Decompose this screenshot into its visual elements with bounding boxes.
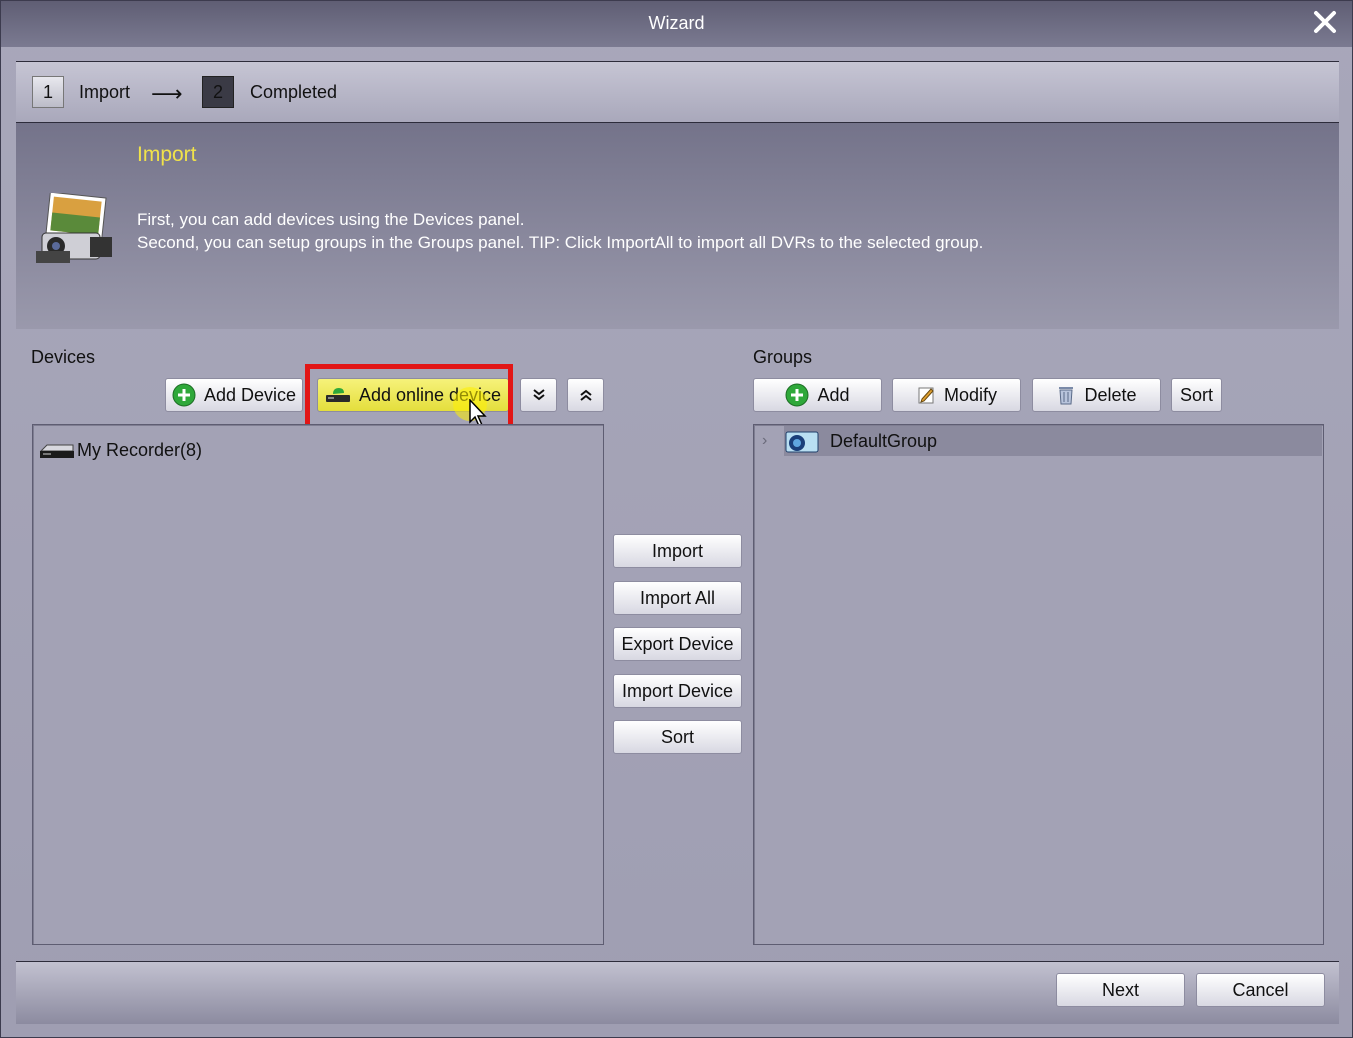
plus-circle-icon bbox=[172, 383, 196, 407]
recorder-icon bbox=[39, 444, 74, 458]
add-device-label: Add Device bbox=[203, 384, 297, 405]
tree-item-recorder[interactable]: My Recorder(8) bbox=[39, 440, 202, 461]
modify-group-button[interactable]: Modify bbox=[892, 378, 1021, 412]
add-group-button[interactable]: Add bbox=[753, 378, 882, 412]
double-chevron-up-icon bbox=[579, 389, 592, 401]
delete-group-label: Delete bbox=[1084, 384, 1137, 405]
expand-all-button[interactable] bbox=[520, 378, 557, 412]
step-indicator: 1 Import ⟶ 2 Completed bbox=[16, 61, 1339, 123]
close-icon[interactable] bbox=[1312, 9, 1338, 35]
next-button[interactable]: Next bbox=[1056, 973, 1185, 1007]
info-heading: Import bbox=[137, 143, 197, 166]
modify-group-label: Modify bbox=[943, 384, 997, 405]
window-title: Wizard bbox=[648, 13, 705, 33]
info-panel: Import First, you can add devices using … bbox=[16, 123, 1339, 329]
groups-title: Groups bbox=[753, 347, 813, 367]
step-2-label: Completed bbox=[250, 82, 338, 102]
import-button[interactable]: Import bbox=[613, 534, 742, 568]
double-chevron-down-icon bbox=[532, 389, 545, 401]
trash-icon bbox=[1056, 384, 1076, 406]
pencil-icon bbox=[916, 385, 936, 405]
camera-group-icon bbox=[785, 431, 819, 453]
arrow-right-icon: ⟶ bbox=[151, 81, 183, 106]
step-1-number: 1 bbox=[32, 76, 64, 108]
info-line-2: Second, you can setup groups in the Grou… bbox=[137, 233, 984, 252]
sort-devices-button[interactable]: Sort bbox=[613, 720, 742, 754]
collapse-all-button[interactable] bbox=[567, 378, 604, 412]
info-line-1: First, you can add devices using the Dev… bbox=[137, 210, 525, 229]
chevron-right-icon[interactable]: › bbox=[762, 432, 784, 450]
groups-tree-panel[interactable]: › DefaultGroup bbox=[753, 424, 1324, 945]
add-device-button[interactable]: Add Device bbox=[165, 378, 303, 412]
wizard-window: Wizard 1 Import ⟶ 2 Completed Import Fir… bbox=[0, 0, 1353, 1038]
photos-camera-icon bbox=[36, 193, 112, 263]
cancel-button[interactable]: Cancel bbox=[1196, 973, 1325, 1007]
plus-circle-icon bbox=[785, 383, 809, 407]
devices-tree-panel[interactable]: My Recorder(8) bbox=[32, 424, 604, 945]
tree-item-defaultgroup[interactable]: › DefaultGroup bbox=[762, 429, 937, 453]
tree-item-label: DefaultGroup bbox=[830, 430, 938, 451]
step-1-label: Import bbox=[79, 82, 131, 102]
import-device-button[interactable]: Import Device bbox=[613, 674, 742, 708]
add-group-label: Add bbox=[817, 384, 850, 405]
tree-item-label: My Recorder(8) bbox=[77, 440, 203, 460]
delete-group-button[interactable]: Delete bbox=[1032, 378, 1161, 412]
sort-groups-button[interactable]: Sort bbox=[1171, 378, 1222, 412]
step-2-number: 2 bbox=[202, 76, 234, 108]
export-device-button[interactable]: Export Device bbox=[613, 627, 742, 661]
title-bar: Wizard bbox=[1, 1, 1352, 47]
import-all-button[interactable]: Import All bbox=[613, 581, 742, 615]
devices-title: Devices bbox=[31, 347, 96, 367]
cloud-device-icon bbox=[325, 385, 351, 405]
